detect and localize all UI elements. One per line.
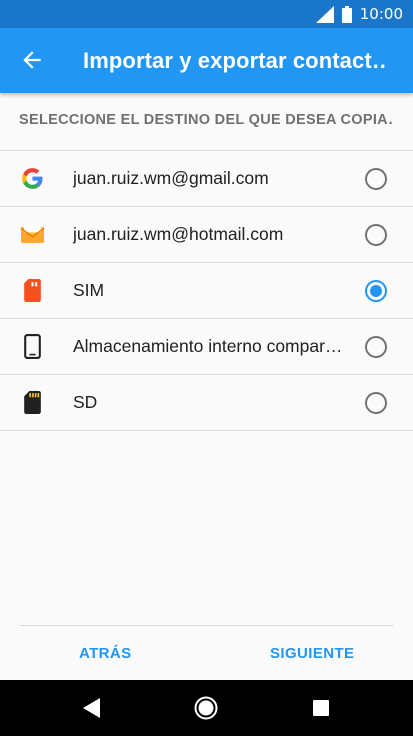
option-hotmail-account[interactable]: juan.ruiz.wm@hotmail.com xyxy=(0,207,413,263)
status-bar: 10:00 xyxy=(0,0,413,28)
page-title: Importar y exportar contact… xyxy=(83,48,388,73)
option-label: Almacenamiento interno compar… xyxy=(73,336,343,356)
back-button[interactable]: ATRÁS xyxy=(79,640,132,668)
nav-home-icon[interactable] xyxy=(194,696,218,720)
option-sim[interactable]: SIM xyxy=(0,263,413,319)
option-label: juan.ruiz.wm@gmail.com xyxy=(73,168,269,188)
option-gmail-account[interactable]: juan.ruiz.wm@gmail.com xyxy=(0,151,413,207)
radio-button-selected[interactable] xyxy=(365,280,387,302)
radio-button[interactable] xyxy=(365,168,387,190)
navigation-bar xyxy=(0,680,413,736)
phone-icon xyxy=(24,334,41,359)
footer-divider xyxy=(19,625,394,626)
next-button[interactable]: SIGUIENTE xyxy=(270,640,354,668)
option-label: SD xyxy=(73,392,98,412)
nav-back-icon[interactable] xyxy=(82,697,102,719)
back-arrow-icon[interactable] xyxy=(19,47,45,73)
option-label: SIM xyxy=(73,280,105,300)
signal-icon xyxy=(315,5,334,23)
option-sd-card[interactable]: SD xyxy=(0,375,413,431)
status-time: 10:00 xyxy=(359,5,403,23)
radio-button[interactable] xyxy=(365,336,387,358)
destination-list: juan.ruiz.wm@gmail.com juan.ruiz.wm@hotm… xyxy=(0,150,413,431)
app-bar: Importar y exportar contact… xyxy=(0,28,413,93)
radio-button[interactable] xyxy=(365,392,387,414)
radio-button[interactable] xyxy=(365,224,387,246)
option-label: juan.ruiz.wm@hotmail.com xyxy=(73,224,284,244)
option-internal-storage[interactable]: Almacenamiento interno compar… xyxy=(0,319,413,375)
battery-icon xyxy=(341,5,352,23)
email-icon xyxy=(20,224,45,243)
nav-recent-apps-icon[interactable] xyxy=(313,700,329,716)
sim-card-icon xyxy=(24,279,41,302)
section-header: SELECCIONE EL DESTINO DEL QUE DESEA COPI… xyxy=(19,112,394,128)
sd-card-icon xyxy=(24,391,41,414)
google-icon xyxy=(22,168,43,189)
